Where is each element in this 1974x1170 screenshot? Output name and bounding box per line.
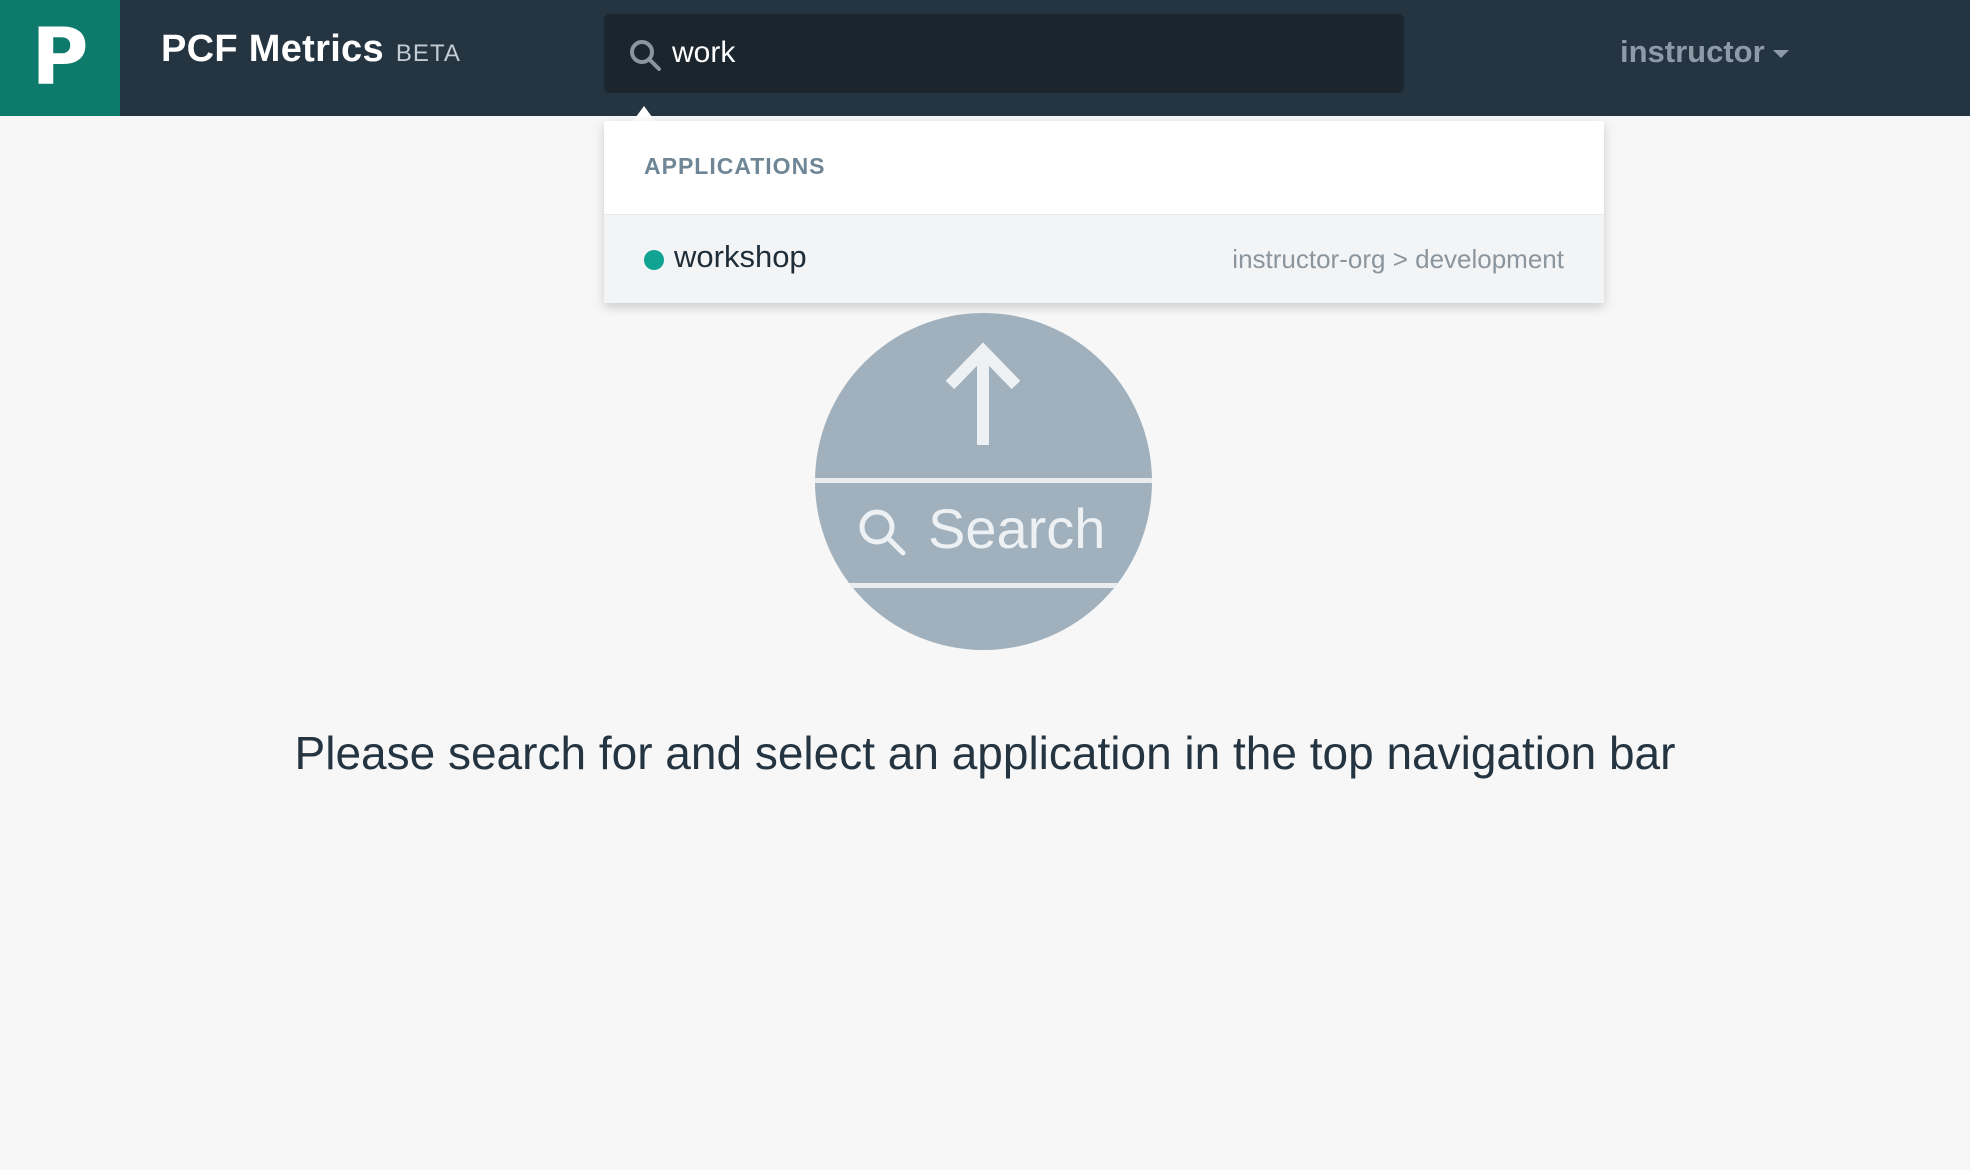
- search-box[interactable]: [604, 14, 1404, 93]
- org-name: instructor-org: [1232, 244, 1386, 274]
- status-dot-icon: [644, 250, 664, 270]
- space-name: development: [1415, 244, 1564, 274]
- top-navigation-bar: P PCF Metrics BETA instructor: [0, 0, 1970, 116]
- illustration-search-label: Search: [928, 497, 1105, 560]
- user-menu[interactable]: instructor: [1620, 28, 1789, 76]
- dropdown-pointer: [633, 106, 655, 121]
- search-results-dropdown: APPLICATIONS workshop instructor-org > d…: [604, 121, 1604, 303]
- search-illustration: Search: [815, 313, 1152, 650]
- application-name: workshop: [674, 239, 807, 274]
- page: P PCF Metrics BETA instructor APPLICATIO…: [0, 0, 1974, 1170]
- beta-badge: BETA: [395, 40, 461, 67]
- empty-state-message: Please search for and select an applicat…: [294, 727, 1676, 779]
- logo[interactable]: P: [0, 0, 120, 116]
- application-location: instructor-org > development: [1232, 244, 1564, 275]
- application-result-workshop[interactable]: workshop instructor-org > development: [604, 214, 1604, 303]
- applications-section-header: APPLICATIONS: [644, 153, 826, 179]
- user-menu-label: instructor: [1620, 34, 1765, 69]
- brand-name: PCF Metrics: [161, 28, 384, 70]
- logo-letter: P: [31, 13, 89, 103]
- window-edge: [1970, 0, 1974, 1170]
- path-separator: >: [1392, 244, 1408, 274]
- caret-down-icon: [1772, 50, 1789, 58]
- brand-title: PCF Metrics BETA: [161, 28, 461, 88]
- search-input[interactable]: [672, 24, 1372, 82]
- search-icon: [630, 40, 661, 71]
